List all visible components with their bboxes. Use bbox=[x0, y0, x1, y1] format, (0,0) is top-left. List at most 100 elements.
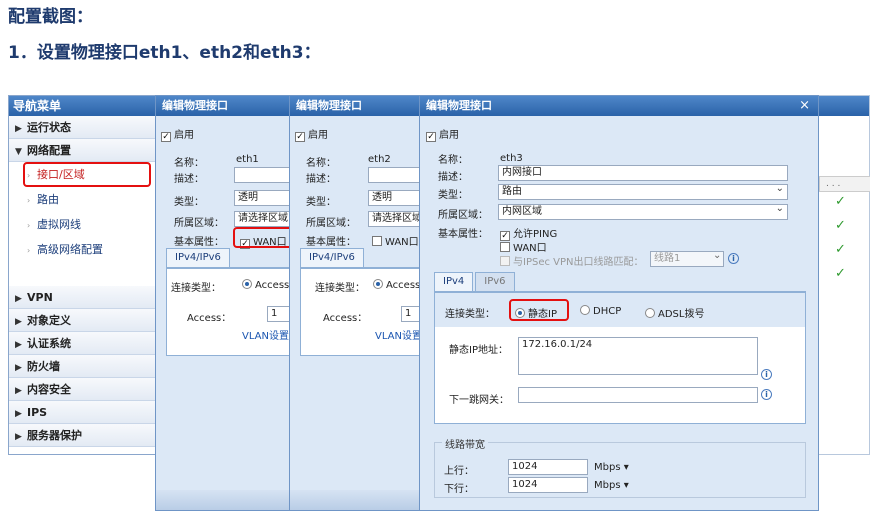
conn-access-label: Access bbox=[386, 280, 421, 291]
tab-bar: IPv4 IPv6 bbox=[434, 272, 806, 292]
dialog-title: 编辑物理接口 bbox=[156, 96, 294, 116]
info-icon[interactable]: i bbox=[761, 369, 772, 380]
type-select[interactable]: 透明 bbox=[368, 190, 423, 206]
nav-section-network[interactable]: ▼ 网络配置 bbox=[9, 139, 155, 162]
tab-ipv4-ipv6[interactable]: IPv4/IPv6 bbox=[300, 248, 364, 267]
desc-label: 描述： bbox=[174, 174, 204, 185]
wan-checkbox[interactable]: WAN口 bbox=[372, 233, 419, 248]
nav-section-label: 对象定义 bbox=[27, 314, 71, 327]
zone-label: 所属区域： bbox=[438, 210, 488, 221]
nav-section-ips[interactable]: ▶ IPS bbox=[9, 401, 155, 424]
nav-section-label: 内容安全 bbox=[27, 383, 71, 396]
nav-item-virtual-wire[interactable]: › 虚拟网线 bbox=[9, 212, 155, 237]
attr-label: 基本属性： bbox=[438, 229, 488, 240]
up-unit-select[interactable]: Mbps ▾ bbox=[594, 462, 629, 473]
vpn-match-label: 与IPSec VPN出口线路匹配： bbox=[513, 257, 644, 268]
conn-dhcp-radio[interactable]: DHCP bbox=[580, 305, 621, 317]
doc-subtitle: 1．设置物理接口eth1、eth2和eth3： bbox=[8, 43, 321, 63]
zone-select[interactable]: 内网区域 bbox=[498, 202, 788, 220]
name-label: 名称： bbox=[174, 158, 204, 169]
wan-checkbox[interactable]: WAN口 bbox=[500, 239, 547, 254]
access-label: Access： bbox=[187, 313, 232, 324]
nav-section-server-protect[interactable]: ▶ 服务器保护 bbox=[9, 424, 155, 447]
up-input[interactable]: 1024 bbox=[508, 459, 588, 475]
ipv4-panel: 连接类型： 静态IP DHCP ADSL拨号 静态IP地址： 172.16.0.… bbox=[434, 292, 806, 424]
radio-unselected-icon bbox=[580, 305, 590, 315]
conn-type-label: 连接类型： bbox=[445, 309, 495, 320]
info-icon[interactable]: i bbox=[728, 253, 739, 264]
tab-bar: IPv4/IPv6 bbox=[166, 248, 294, 268]
chevron-right-icon: › bbox=[27, 221, 31, 230]
grid-title-bar bbox=[819, 96, 869, 116]
edit-interface-dialog-eth1: 编辑物理接口 ✓ 启用 名称： eth1 描述： 类型： 透明 所属区域： 请选择… bbox=[155, 95, 295, 511]
caret-down-icon: ▾ bbox=[620, 480, 629, 491]
tab-ipv4-ipv6[interactable]: IPv4/IPv6 bbox=[166, 248, 230, 267]
conn-dhcp-label: DHCP bbox=[593, 306, 622, 317]
desc-label: 描述： bbox=[438, 172, 468, 183]
grid-header: . . . bbox=[819, 176, 870, 192]
type-select[interactable]: 透明 bbox=[234, 190, 294, 206]
type-label: 类型： bbox=[306, 197, 336, 208]
type-select[interactable]: 路由 bbox=[498, 182, 788, 200]
check-icon: ✓ bbox=[835, 194, 846, 209]
tab-ipv6[interactable]: IPv6 bbox=[475, 272, 515, 291]
name-value: eth2 bbox=[368, 154, 391, 165]
enable-checkbox[interactable]: ✓ 启用 bbox=[161, 126, 194, 142]
nav-section-vpn[interactable]: ▶ VPN bbox=[9, 286, 155, 309]
conn-access-radio[interactable]: Access bbox=[373, 279, 420, 291]
nav-item-label: 高级网络配置 bbox=[37, 243, 103, 256]
nav-section-label: 网络配置 bbox=[27, 144, 71, 157]
nav-section-content-security[interactable]: ▶ 内容安全 bbox=[9, 378, 155, 401]
check-icon: ✓ bbox=[835, 242, 846, 257]
vpn-match-checkbox[interactable]: 与IPSec VPN出口线路匹配： bbox=[500, 253, 644, 268]
nav-section-auth[interactable]: ▶ 认证系统 bbox=[9, 332, 155, 355]
conn-access-radio[interactable]: Access bbox=[242, 279, 289, 291]
name-value: eth1 bbox=[236, 154, 259, 165]
name-value: eth3 bbox=[500, 153, 523, 164]
down-unit-select[interactable]: Mbps ▾ bbox=[594, 480, 629, 491]
name-label: 名称： bbox=[306, 158, 336, 169]
close-icon[interactable]: × bbox=[799, 96, 810, 116]
caret-down-icon: ▾ bbox=[620, 462, 629, 473]
desc-input[interactable]: 内网接口 bbox=[498, 165, 788, 181]
checkbox-checked-icon: ✓ bbox=[426, 132, 436, 142]
zone-select[interactable]: 请选择区域 bbox=[234, 211, 294, 227]
nav-section-firewall[interactable]: ▶ 防火墙 bbox=[9, 355, 155, 378]
enable-checkbox[interactable]: ✓ 启用 bbox=[295, 126, 328, 142]
dialog-footer bbox=[290, 490, 423, 510]
chevron-right-icon: › bbox=[27, 196, 31, 205]
nav-section-label: IPS bbox=[27, 406, 48, 419]
conn-adsl-label: ADSL拨号 bbox=[658, 309, 705, 320]
conn-adsl-radio[interactable]: ADSL拨号 bbox=[645, 305, 704, 320]
info-icon[interactable]: i bbox=[761, 389, 772, 400]
vlan-settings-link[interactable]: VLAN设置 bbox=[375, 327, 422, 342]
name-label: 名称： bbox=[438, 155, 468, 166]
conn-type-label: 连接类型： bbox=[171, 283, 221, 294]
nav-item-route[interactable]: › 路由 bbox=[9, 187, 155, 212]
highlight-static-ip-box bbox=[509, 299, 569, 321]
ip-panel: 连接类型： Access Access： 1 VLAN设置 bbox=[300, 268, 423, 356]
nav-section-objects[interactable]: ▶ 对象定义 bbox=[9, 309, 155, 332]
gateway-input[interactable] bbox=[518, 387, 758, 403]
zone-select[interactable]: 请选择区域 bbox=[368, 211, 423, 227]
vlan-settings-link[interactable]: VLAN设置 bbox=[242, 327, 289, 342]
nav-item-interface-zone[interactable]: › 接口/区域 bbox=[23, 162, 151, 187]
radio-selected-icon bbox=[373, 279, 383, 289]
nav-section-label: 认证系统 bbox=[27, 337, 71, 350]
ip-textarea[interactable]: 172.16.0.1/24 bbox=[518, 337, 758, 375]
nav-section-status[interactable]: ▶ 运行状态 bbox=[9, 116, 155, 139]
desc-input[interactable] bbox=[234, 167, 294, 183]
highlight-wan-box bbox=[233, 227, 294, 248]
nav-section-label: 防火墙 bbox=[27, 360, 60, 373]
gateway-label: 下一跳网关： bbox=[449, 395, 509, 406]
enable-label: 启用 bbox=[174, 130, 194, 141]
desc-input[interactable] bbox=[368, 167, 423, 183]
enable-checkbox[interactable]: ✓ 启用 bbox=[426, 126, 459, 142]
radio-selected-icon bbox=[242, 279, 252, 289]
chevron-down-icon: ⌄ bbox=[713, 250, 722, 261]
down-input[interactable]: 1024 bbox=[508, 477, 588, 493]
checkbox-disabled-icon bbox=[500, 256, 510, 266]
tab-ipv4[interactable]: IPv4 bbox=[434, 272, 474, 291]
wan-label: WAN口 bbox=[385, 237, 419, 248]
nav-item-advanced-network[interactable]: › 高级网络配置 bbox=[9, 237, 155, 262]
